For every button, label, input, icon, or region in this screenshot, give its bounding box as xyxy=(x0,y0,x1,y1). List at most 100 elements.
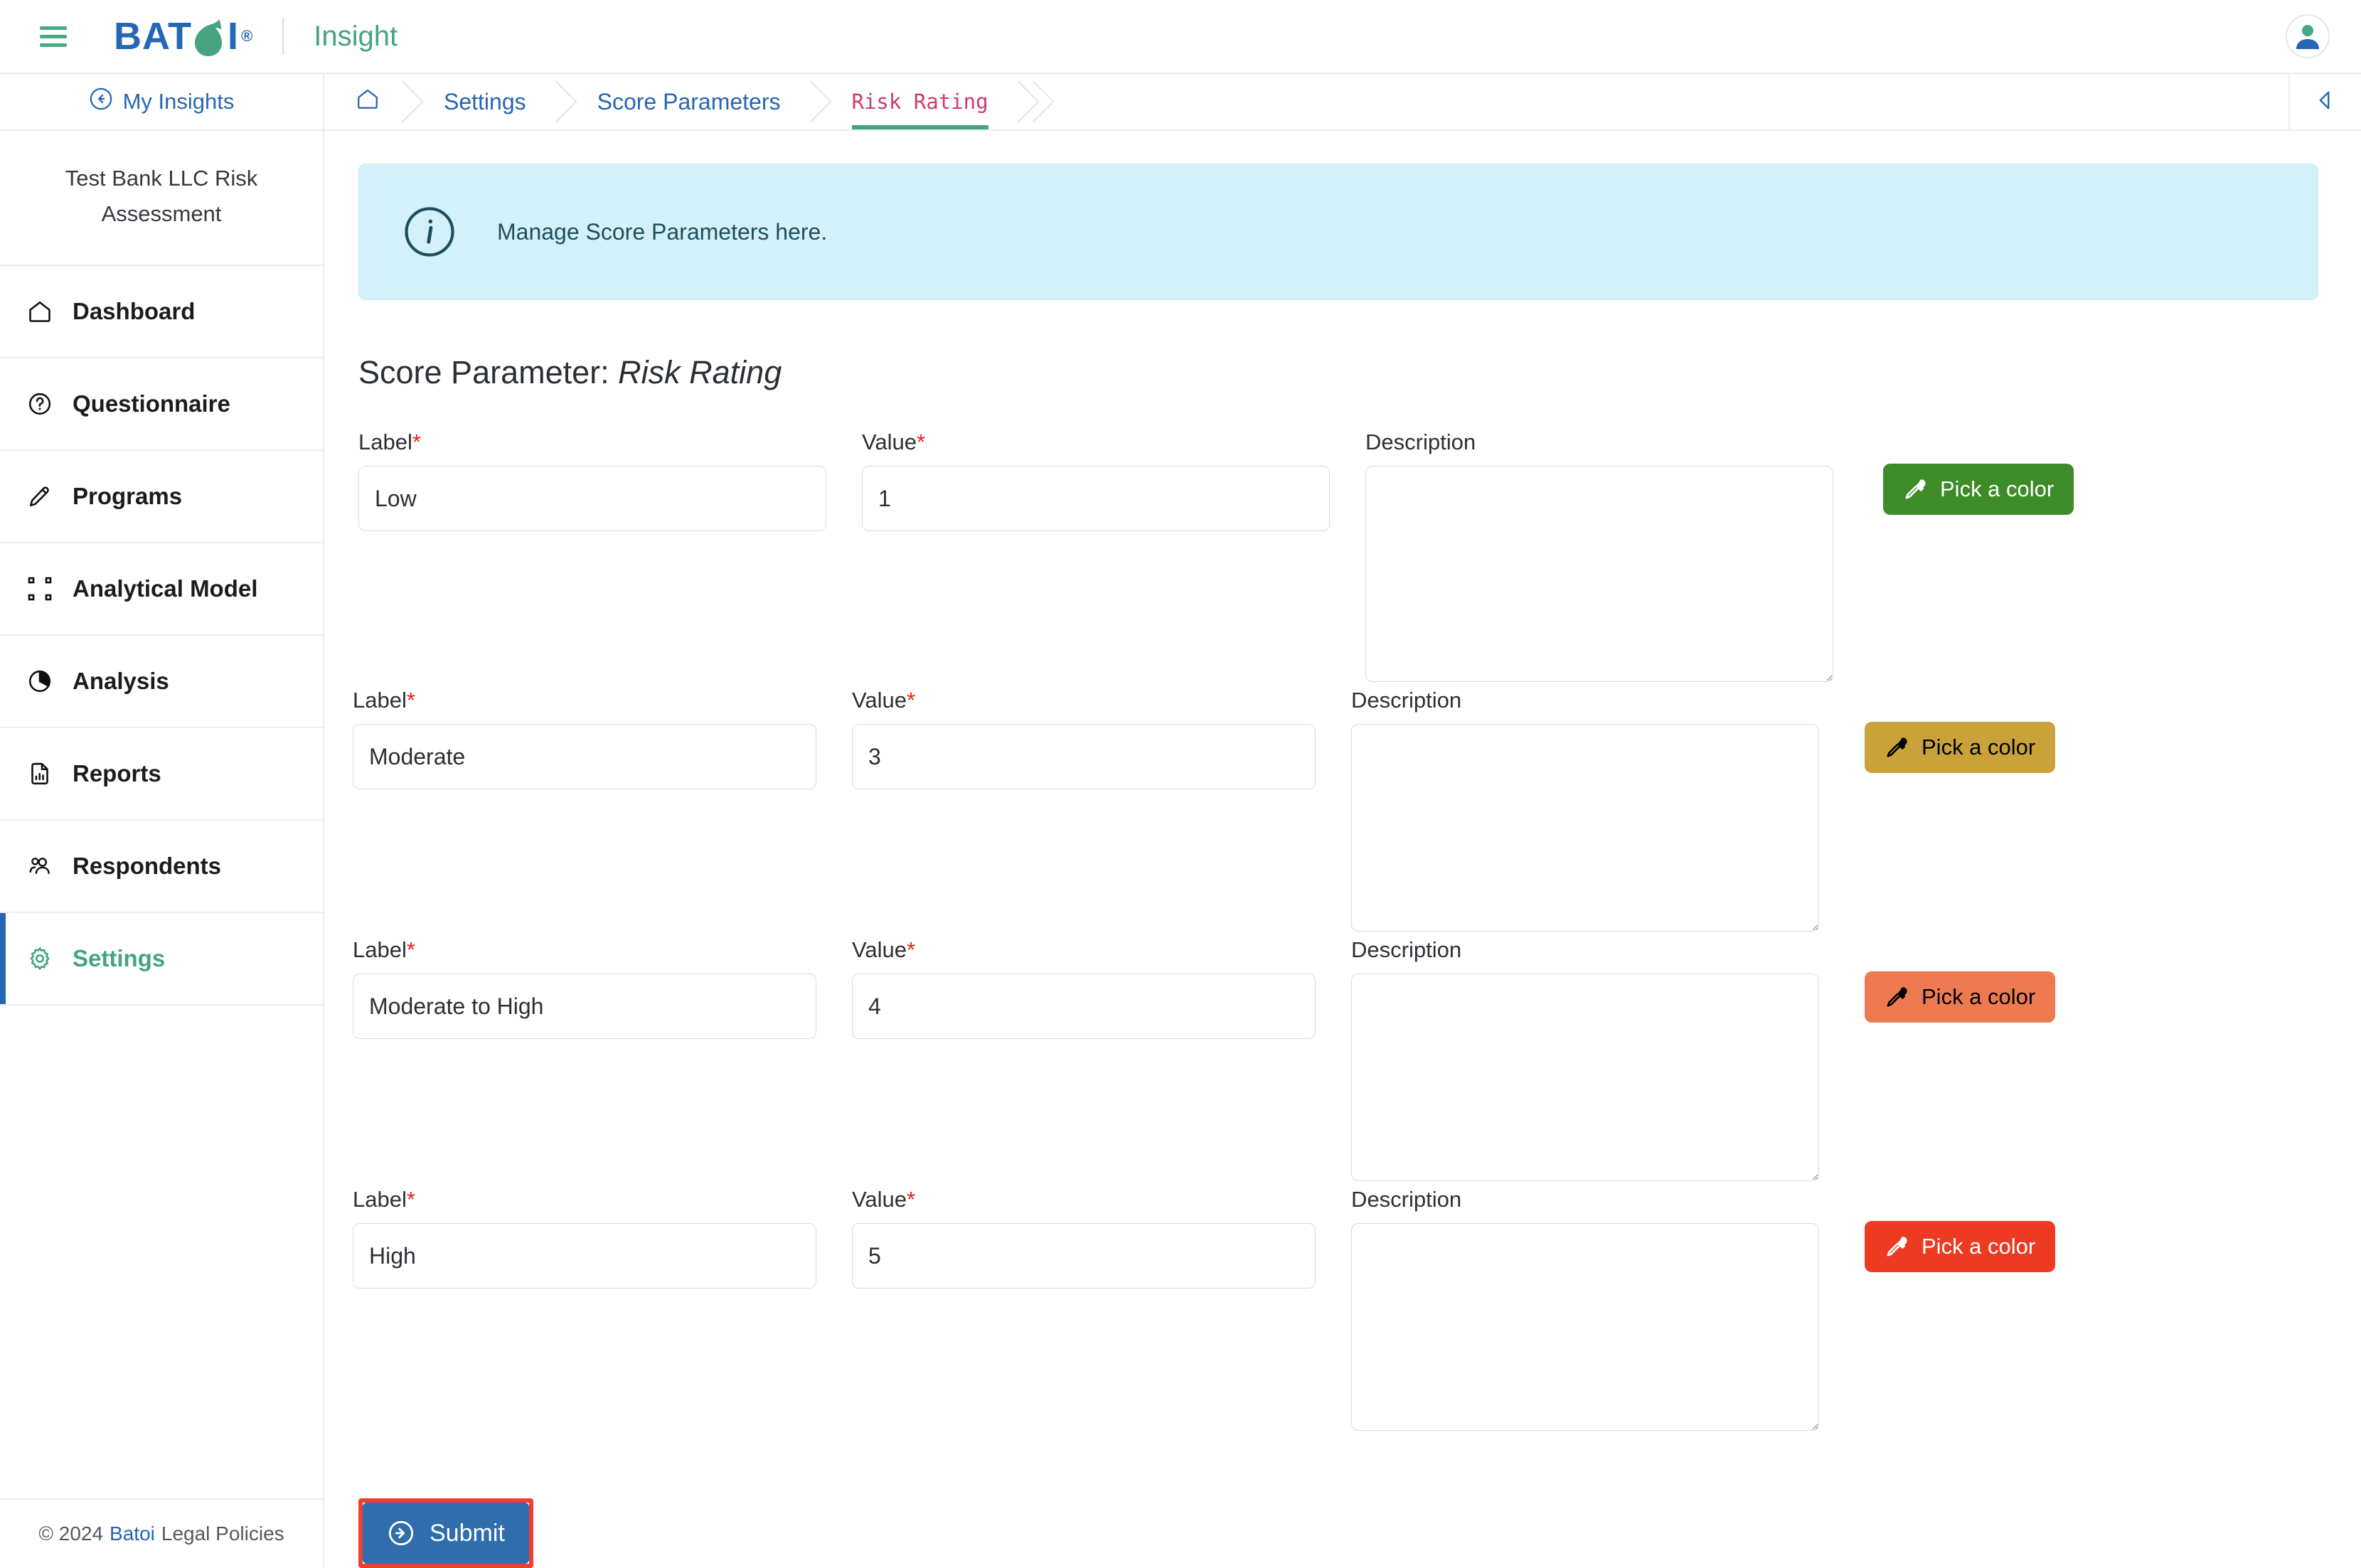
label-input[interactable] xyxy=(353,974,816,1039)
label-field-group: Label* xyxy=(358,431,826,531)
pick-a-color-label: Pick a color xyxy=(1940,476,2054,501)
sidebar-item-questionnaire[interactable]: Questionnaire xyxy=(0,358,323,452)
sidebar-item-settings[interactable]: Settings xyxy=(0,913,323,1006)
registered-trademark-icon: ® xyxy=(241,27,253,45)
breadcrumb: Settings Score Parameters Risk Rating xyxy=(324,74,2288,129)
value-field-label: Value* xyxy=(852,937,916,962)
sidebar-item-respondents[interactable]: Respondents xyxy=(0,821,323,914)
app-root: BAT I ® Insight My Insights Test Bank LL… xyxy=(0,0,2361,1568)
legal-policies-link[interactable]: Legal Policies xyxy=(161,1522,284,1545)
collapse-panel-button[interactable] xyxy=(2288,74,2361,129)
sidebar-item-programs[interactable]: Programs xyxy=(0,451,323,544)
arrow-left-circle-icon xyxy=(89,87,113,117)
eyedropper-icon xyxy=(1903,477,1927,501)
label-field-group: Label* xyxy=(353,1188,816,1289)
description-field-group: Description xyxy=(1351,689,1819,932)
score-parameter-row: Label* Value* Description xyxy=(353,689,2318,932)
description-textarea[interactable] xyxy=(1365,466,1833,682)
sidebar-item-analysis[interactable]: Analysis xyxy=(0,636,323,729)
breadcrumb-item-score-parameters[interactable]: Score Parameters xyxy=(558,74,812,129)
pick-a-color-button[interactable]: Pick a color xyxy=(1865,1221,2056,1272)
pick-a-color-button[interactable]: Pick a color xyxy=(1883,464,2074,515)
file-chart-icon xyxy=(26,759,54,788)
user-avatar-icon[interactable] xyxy=(2286,14,2330,58)
home-icon xyxy=(356,87,380,117)
sidebar-item-label: Settings xyxy=(73,945,166,972)
value-input[interactable] xyxy=(852,724,1316,789)
gear-icon xyxy=(26,944,54,973)
description-textarea[interactable] xyxy=(1351,724,1819,932)
value-field-group: Value* xyxy=(862,431,1330,531)
back-to-my-insights[interactable]: My Insights xyxy=(0,74,323,131)
description-textarea[interactable] xyxy=(1351,1223,1819,1431)
score-parameter-row: Label* Value* Description xyxy=(353,1188,2318,1431)
sidebar-item-label: Analysis xyxy=(73,668,169,695)
label-field-label: Label* xyxy=(353,937,415,962)
description-field-label: Description xyxy=(1365,430,1476,454)
required-marker: * xyxy=(907,1187,916,1212)
back-label: My Insights xyxy=(122,89,235,114)
main-area: Settings Score Parameters Risk Rating Ma… xyxy=(324,74,2361,1568)
sidebar: My Insights Test Bank LLC Risk Assessmen… xyxy=(0,74,324,1568)
submit-button[interactable]: Submit xyxy=(363,1503,529,1564)
description-field-label: Description xyxy=(1351,937,1462,962)
submit-area: Submit xyxy=(324,1498,2361,1568)
breadcrumb-bar: Settings Score Parameters Risk Rating xyxy=(324,74,2361,131)
breadcrumb-home[interactable] xyxy=(324,74,404,129)
sidebar-item-dashboard[interactable]: Dashboard xyxy=(0,266,323,359)
label-field-label: Label* xyxy=(358,430,421,454)
value-field-group: Value* xyxy=(852,689,1316,789)
required-marker: * xyxy=(406,688,415,713)
header-actions xyxy=(2286,14,2330,58)
project-title: Test Bank LLC Risk Assessment xyxy=(0,131,323,267)
page-title: Score Parameter: Risk Rating xyxy=(358,354,2318,391)
question-circle-icon xyxy=(26,390,54,418)
label-input[interactable] xyxy=(358,466,826,531)
description-field-label: Description xyxy=(1351,1187,1462,1212)
breadcrumb-item-settings[interactable]: Settings xyxy=(404,74,558,129)
breadcrumb-item-risk-rating[interactable]: Risk Rating xyxy=(812,74,1020,129)
eyedropper-icon xyxy=(1885,1234,1909,1259)
sidebar-item-reports[interactable]: Reports xyxy=(0,728,323,821)
value-field-group: Value* xyxy=(852,939,1316,1039)
description-textarea[interactable] xyxy=(1351,974,1819,1181)
score-parameter-row: Label* Value* Description xyxy=(358,431,2318,682)
sidebar-footer: © 2024 Batoi Legal Policies xyxy=(0,1498,323,1568)
info-circle-icon xyxy=(402,204,457,260)
required-marker: * xyxy=(406,937,415,962)
label-input[interactable] xyxy=(353,724,816,789)
sidebar-item-label: Dashboard xyxy=(73,298,196,325)
label-field-group: Label* xyxy=(353,689,816,789)
batoi-link[interactable]: Batoi xyxy=(110,1522,155,1545)
pick-a-color-button[interactable]: Pick a color xyxy=(1865,971,2056,1023)
info-banner-message: Manage Score Parameters here. xyxy=(497,218,828,245)
submit-label: Submit xyxy=(430,1519,505,1547)
people-icon xyxy=(26,852,54,880)
label-field-label: Label* xyxy=(353,688,415,713)
page-title-prefix: Score Parameter: xyxy=(358,354,609,390)
required-marker: * xyxy=(412,430,421,454)
sidebar-nav: Dashboard Questionnaire Programs Analyti… xyxy=(0,266,323,1006)
label-field-group: Label* xyxy=(353,939,816,1039)
description-field-group: Description xyxy=(1351,1188,1819,1431)
sidebar-item-analytical-model[interactable]: Analytical Model xyxy=(0,543,323,636)
brand-divider xyxy=(282,18,284,55)
hamburger-menu-icon[interactable] xyxy=(40,26,71,47)
pick-a-color-button[interactable]: Pick a color xyxy=(1865,722,2056,773)
brand-logo[interactable]: BAT I ® Insight xyxy=(114,14,398,58)
value-field-group: Value* xyxy=(852,1188,1316,1289)
value-input[interactable] xyxy=(852,974,1316,1039)
value-input[interactable] xyxy=(862,466,1330,531)
description-field-group: Description xyxy=(1351,939,1819,1181)
eyedropper-icon xyxy=(1885,985,1909,1009)
label-field-label: Label* xyxy=(353,1187,415,1212)
pen-nib-icon xyxy=(26,482,54,511)
submit-highlight-ring: Submit xyxy=(358,1498,533,1568)
description-field-group: Description xyxy=(1365,431,1833,682)
arrow-right-circle-icon xyxy=(387,1519,415,1547)
required-marker: * xyxy=(917,430,926,454)
label-input[interactable] xyxy=(353,1223,816,1289)
value-field-label: Value* xyxy=(862,430,926,454)
pie-chart-icon xyxy=(26,667,54,695)
value-input[interactable] xyxy=(852,1223,1316,1289)
